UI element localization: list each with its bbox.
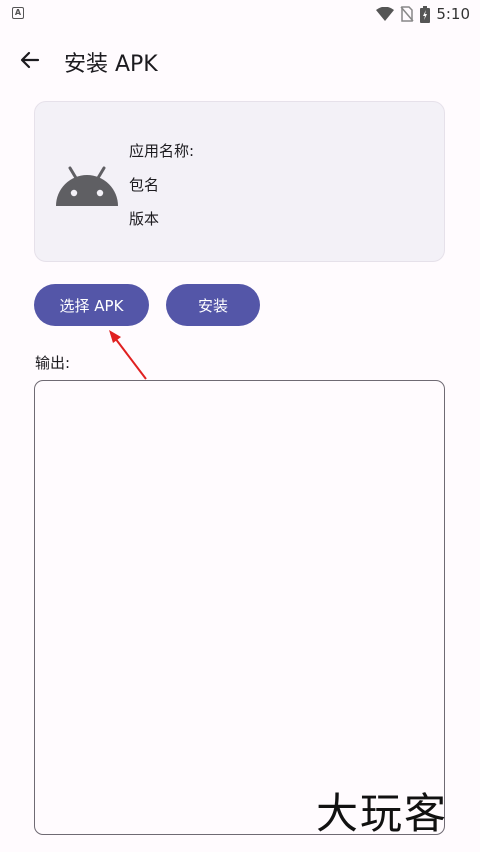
android-icon — [56, 166, 118, 206]
page-title: 安装 APK — [64, 52, 158, 77]
output-textarea[interactable] — [34, 380, 445, 835]
app-name-label: 应用名称: — [129, 142, 195, 160]
back-arrow-icon[interactable] — [18, 48, 42, 72]
install-button[interactable]: 安装 — [166, 284, 260, 326]
wifi-icon — [376, 7, 395, 21]
app-info-card: 应用名称: 包名 版本 — [34, 101, 445, 262]
battery-charging-icon — [420, 5, 431, 23]
annotation-arrow — [109, 330, 147, 380]
watermark: 大玩客 — [316, 789, 449, 838]
package-label: 包名 — [129, 176, 160, 194]
top-app-bar: 安装 APK — [0, 36, 480, 84]
output-label: 输出: — [35, 354, 71, 372]
status-icons: 5:10 — [376, 4, 470, 24]
version-label: 版本 — [129, 210, 160, 228]
status-time: 5:10 — [436, 5, 470, 23]
select-apk-button[interactable]: 选择 APK — [34, 284, 149, 326]
status-bar: A 5:10 — [0, 0, 480, 28]
no-sim-icon — [400, 6, 414, 22]
notification-icon: A — [12, 7, 24, 19]
